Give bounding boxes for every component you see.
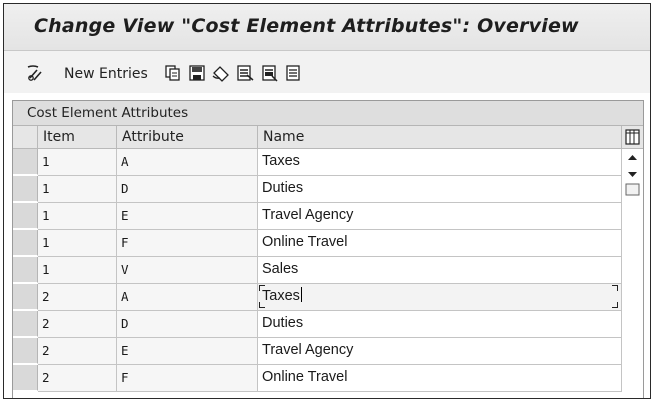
- cell-item-text: 2: [42, 370, 50, 385]
- cell-attribute-text: D: [121, 181, 129, 196]
- table-caption: Cost Element Attributes: [27, 105, 189, 121]
- cell-attribute: A: [117, 284, 258, 311]
- cell-attribute: F: [117, 230, 258, 257]
- cell-name-input[interactable]: Sales: [258, 257, 622, 284]
- cell-name-input-text: Taxes: [262, 153, 300, 169]
- cell-name-input[interactable]: Duties: [258, 311, 622, 338]
- cell-name-input[interactable]: Taxes: [258, 284, 622, 311]
- cell-name-input[interactable]: Online Travel: [258, 230, 622, 257]
- row-selector[interactable]: [13, 176, 38, 202]
- cell-item: 2: [38, 311, 117, 338]
- page-title: Change View "Cost Element Attributes": O…: [34, 15, 579, 37]
- focus-corner: [259, 285, 265, 291]
- new-entries-button[interactable]: New Entries: [64, 66, 148, 82]
- glasses-change-icon[interactable]: [26, 64, 46, 86]
- cell-item-text: 2: [42, 316, 50, 331]
- save-icon[interactable]: [188, 64, 206, 86]
- scroll-up-icon: [628, 155, 637, 160]
- cell-item: 1: [38, 230, 117, 257]
- cell-attribute-text: A: [121, 289, 129, 304]
- cell-attribute-text: V: [121, 262, 129, 277]
- cell-item: 1: [38, 203, 117, 230]
- cell-item: 1: [38, 176, 117, 203]
- cell-item: 2: [38, 338, 117, 365]
- cell-name-input-text: Travel Agency: [262, 342, 354, 358]
- cell-attribute-text: A: [121, 154, 129, 169]
- cell-item-text: 1: [42, 235, 50, 250]
- cell-attribute: D: [117, 311, 258, 338]
- cell-attribute-text: E: [121, 208, 129, 223]
- scroll-thumb: [625, 183, 640, 196]
- row-selector[interactable]: [13, 365, 38, 391]
- row-selector[interactable]: [13, 149, 38, 175]
- cell-name-input-text: Online Travel: [262, 369, 348, 385]
- cell-item-text: 1: [42, 154, 50, 169]
- table-settings-icon: [625, 129, 640, 145]
- cell-attribute: E: [117, 338, 258, 365]
- cell-attribute: D: [117, 176, 258, 203]
- cell-attribute-text: F: [121, 370, 129, 385]
- row-selector[interactable]: [13, 311, 38, 337]
- scroll-down-icon: [628, 172, 637, 177]
- cell-name-input[interactable]: Taxes: [258, 149, 622, 176]
- cell-attribute-text: E: [121, 343, 129, 358]
- cell-item-text: 1: [42, 181, 50, 196]
- cell-item: 2: [38, 365, 117, 392]
- cell-item: 1: [38, 257, 117, 284]
- cell-item: 1: [38, 149, 117, 176]
- cell-attribute-text: F: [121, 235, 129, 250]
- select-all-icon[interactable]: [236, 64, 254, 86]
- focus-corner: [612, 302, 618, 308]
- row-selector[interactable]: [13, 284, 38, 310]
- cell-name-input-text: Duties: [262, 315, 304, 331]
- row-selector[interactable]: [13, 230, 38, 256]
- cell-item-text: 1: [42, 262, 50, 277]
- cell-name-input-text: Sales: [262, 261, 299, 277]
- focus-corner: [612, 285, 618, 291]
- table-control: Cost Element Attributes Item Attribute N…: [12, 100, 644, 398]
- application-toolbar: New Entries: [4, 51, 650, 93]
- cell-name-input[interactable]: Travel Agency: [258, 203, 622, 230]
- vertical-scrollbar[interactable]: [622, 149, 643, 398]
- title-bar: Change View "Cost Element Attributes": O…: [4, 4, 650, 51]
- cell-attribute: F: [117, 365, 258, 392]
- cell-attribute: V: [117, 257, 258, 284]
- cell-item: 2: [38, 284, 117, 311]
- row-selector[interactable]: [13, 203, 38, 229]
- cell-item-text: 2: [42, 343, 50, 358]
- table-settings-button[interactable]: [622, 126, 643, 149]
- cell-attribute: E: [117, 203, 258, 230]
- column-header-name[interactable]: Name: [258, 126, 622, 149]
- cell-item-text: 2: [42, 289, 50, 304]
- focus-corner: [259, 302, 265, 308]
- select-block-icon[interactable]: [261, 64, 279, 86]
- cell-name-input-text: Taxes: [262, 288, 300, 304]
- cell-attribute-text: D: [121, 316, 129, 331]
- cell-name-input[interactable]: Travel Agency: [258, 338, 622, 365]
- cell-name-input-text: Travel Agency: [262, 207, 354, 223]
- column-header-item[interactable]: Item: [38, 126, 117, 149]
- copy-icon[interactable]: [164, 64, 182, 86]
- cell-item-text: 1: [42, 208, 50, 223]
- cell-name-input[interactable]: Duties: [258, 176, 622, 203]
- text-cursor: [300, 287, 302, 302]
- deselect-all-icon[interactable]: [285, 64, 303, 86]
- select-all-rows-button[interactable]: [13, 126, 38, 149]
- cell-name-input-text: Online Travel: [262, 234, 348, 250]
- sap-window: Change View "Cost Element Attributes": O…: [3, 3, 651, 399]
- row-selector[interactable]: [13, 257, 38, 283]
- cell-name-input[interactable]: Online Travel: [258, 365, 622, 392]
- table-caption-bar: Cost Element Attributes: [13, 101, 643, 126]
- cell-attribute: A: [117, 149, 258, 176]
- row-selector[interactable]: [13, 338, 38, 364]
- undo-icon[interactable]: [211, 64, 231, 86]
- column-header-attribute[interactable]: Attribute: [117, 126, 258, 149]
- cell-name-input-text: Duties: [262, 180, 304, 196]
